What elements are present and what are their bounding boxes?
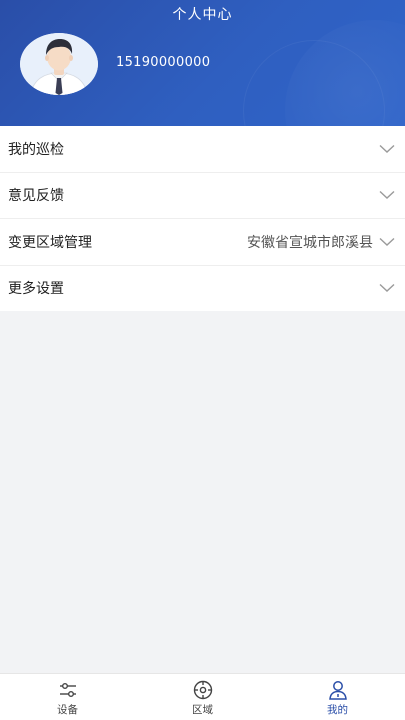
tab-devices[interactable]: 设备	[0, 674, 135, 720]
page-title: 个人中心	[172, 7, 233, 23]
avatar[interactable]	[20, 33, 98, 95]
chevron-down-icon	[379, 191, 395, 200]
target-icon	[193, 680, 212, 700]
chevron-down-icon	[379, 284, 395, 293]
tab-label: 我的	[327, 704, 348, 716]
menu-item-my-inspection[interactable]: 我的巡检	[0, 126, 405, 173]
current-region-value: 安徽省宣城市郎溪县	[247, 234, 373, 251]
menu-item-label: 变更区域管理	[8, 234, 92, 251]
menu-item-label: 更多设置	[8, 281, 64, 298]
user-phone-number: 15190000000	[116, 55, 211, 70]
menu-item-change-region[interactable]: 变更区域管理 安徽省宣城市郎溪县	[0, 219, 405, 266]
menu-item-more-settings[interactable]: 更多设置	[0, 266, 405, 312]
bottom-tab-bar: 设备 区域 我的	[0, 673, 405, 720]
menu-item-label: 意见反馈	[8, 188, 64, 205]
tab-label: 设备	[57, 704, 78, 716]
tab-label: 区域	[192, 704, 213, 716]
sliders-icon	[59, 682, 76, 697]
menu-item-feedback[interactable]: 意见反馈	[0, 173, 405, 219]
avatar-illustration	[20, 33, 98, 95]
profile-menu: 我的巡检 意见反馈 变更区域管理 安徽省宣城市郎溪县 更多设置	[0, 126, 405, 311]
chevron-down-icon	[379, 237, 395, 246]
menu-item-label: 我的巡检	[8, 141, 64, 158]
chevron-down-icon	[379, 144, 395, 153]
profile-header: 个人中心 15190000000	[0, 0, 405, 126]
tab-mine[interactable]: 我的	[270, 674, 405, 720]
user-icon	[328, 681, 347, 700]
tab-region[interactable]: 区域	[135, 674, 270, 720]
